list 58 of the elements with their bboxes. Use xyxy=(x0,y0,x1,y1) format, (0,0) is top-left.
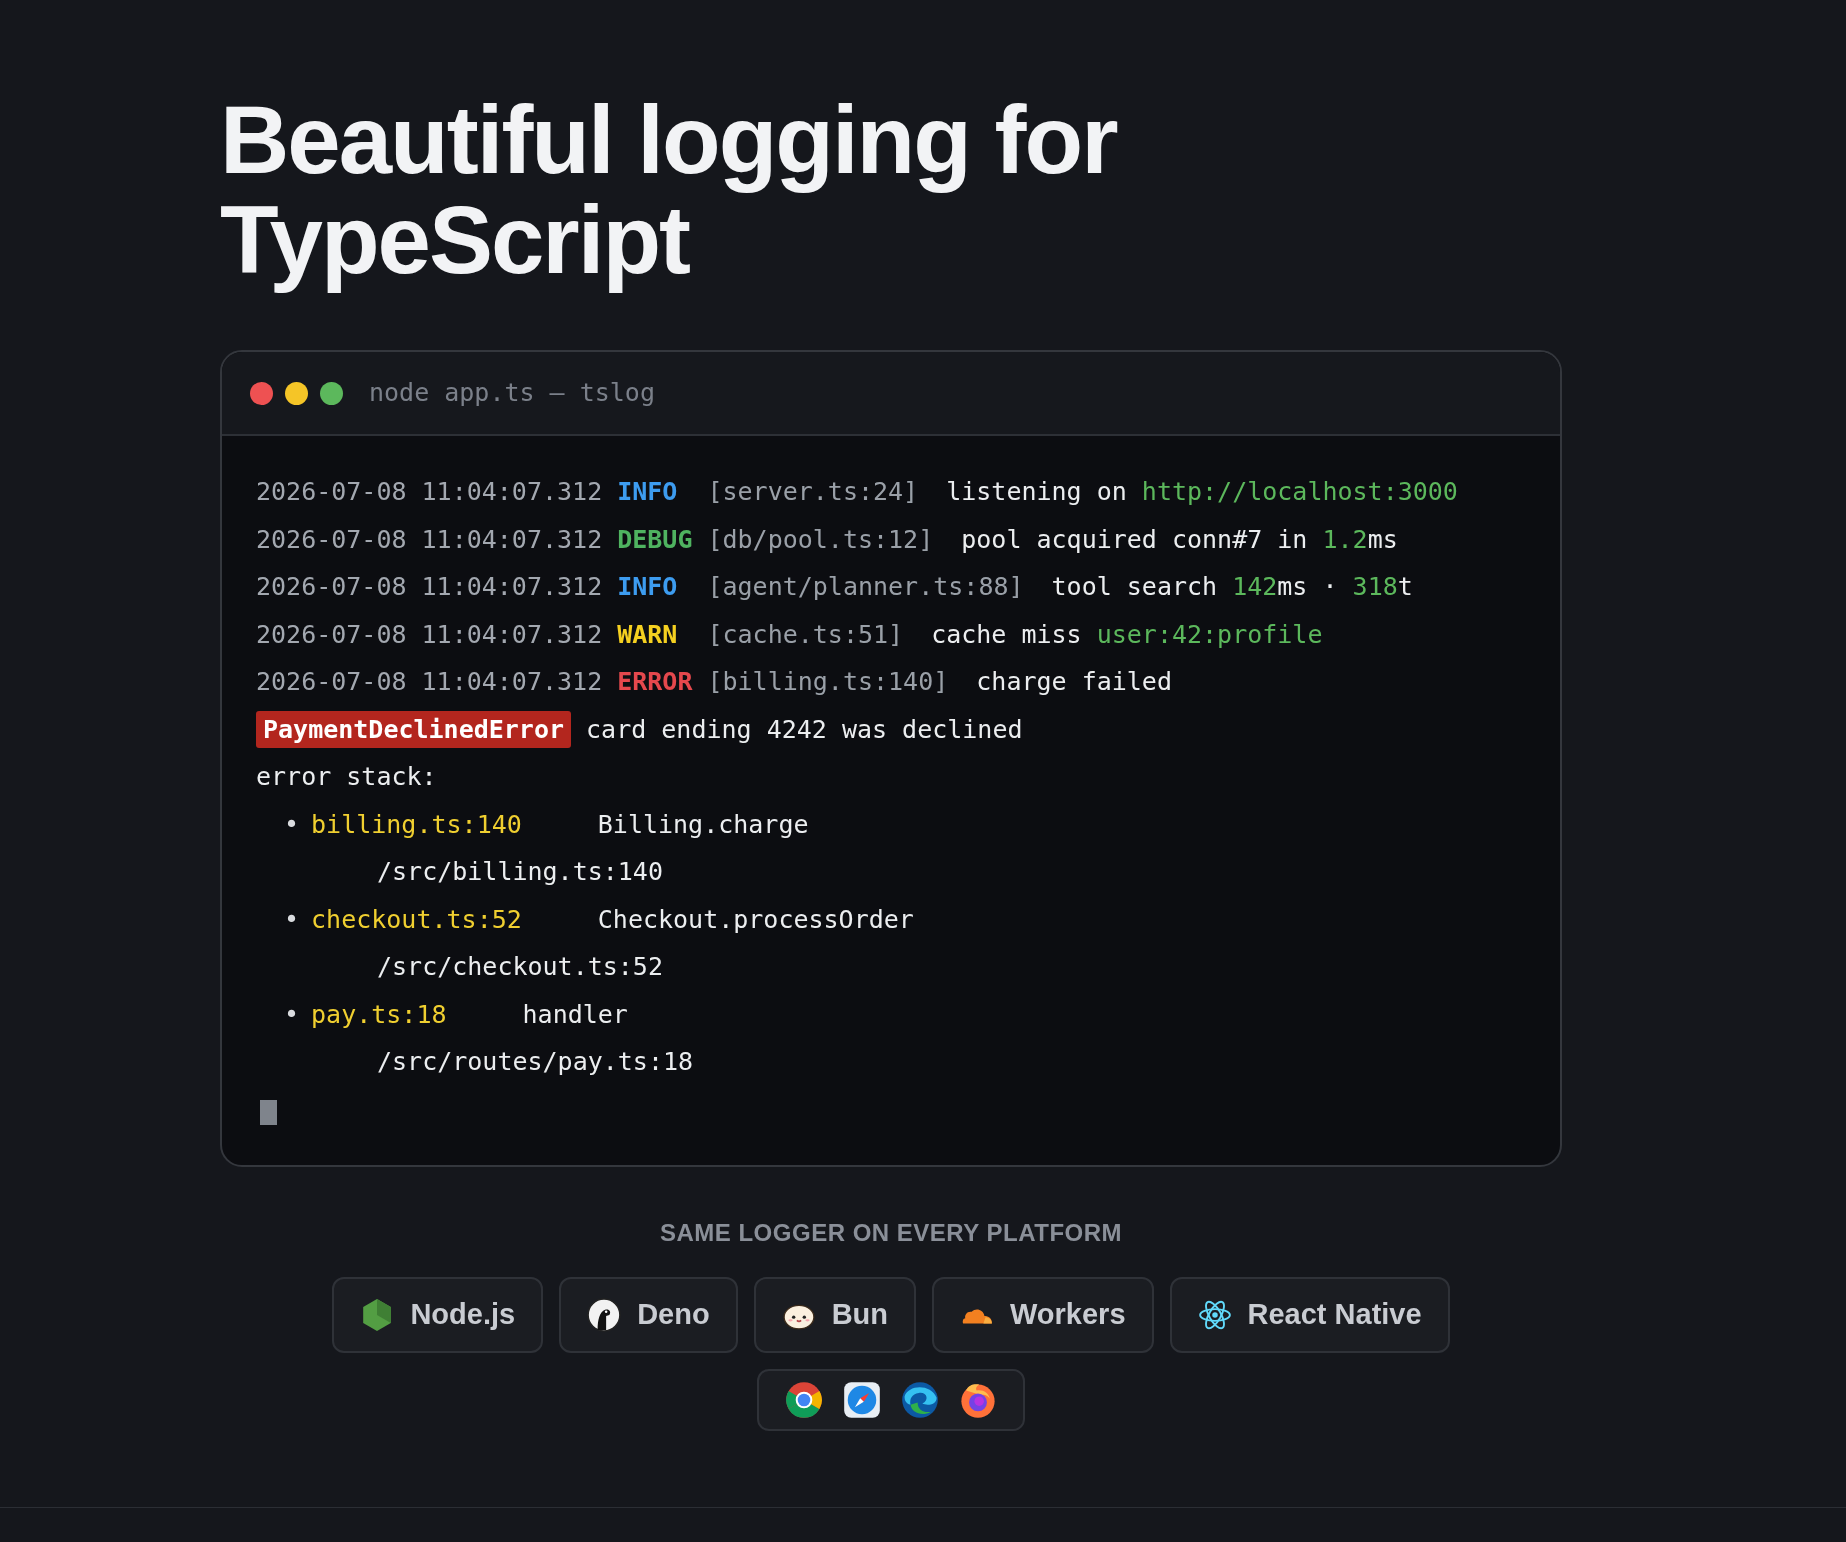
log-message: card ending 4242 was declined xyxy=(586,713,1023,746)
log-message: tool search xyxy=(1051,571,1219,603)
stack-location: billing.ts:140 xyxy=(311,808,522,841)
log-source: [cache.ts:51] xyxy=(707,618,904,651)
log-value: 318 xyxy=(1352,571,1398,603)
error-name-badge: PaymentDeclinedError xyxy=(256,710,572,748)
log-message: t xyxy=(1397,571,1413,603)
stack-path: /src/billing.ts:140 xyxy=(377,856,663,888)
browser-icon xyxy=(901,1380,939,1419)
log-message: ms xyxy=(1367,523,1398,556)
log-message: cache miss xyxy=(931,618,1083,651)
log-level: INFO xyxy=(617,571,679,603)
terminal-title: node app.ts — tslog xyxy=(369,377,655,410)
log-message: ms · xyxy=(1277,571,1339,603)
browser-icon xyxy=(785,1380,823,1419)
log-source: [db/pool.ts:12] xyxy=(707,523,934,556)
window-control-icon xyxy=(250,381,273,405)
stack-location: checkout.ts:52 xyxy=(311,903,522,936)
stack-function: Billing.charge xyxy=(597,808,809,841)
log-timestamp: 2026-07-08 11:04:07.312 xyxy=(256,476,603,508)
log-message: pool acquired conn#7 in xyxy=(961,523,1309,556)
platform-button[interactable]: Node.js xyxy=(332,1276,544,1353)
log-timestamp: 2026-07-08 11:04:07.312 xyxy=(256,523,603,556)
log-source: [billing.ts:140] xyxy=(707,666,949,698)
log-level: WARN xyxy=(617,618,679,651)
stack-path: /src/checkout.ts:52 xyxy=(377,951,663,983)
platform-button[interactable]: React Native xyxy=(1169,1276,1450,1353)
log-source: [server.ts:24] xyxy=(707,476,919,508)
stack-path: /src/routes/pay.ts:18 xyxy=(377,1046,694,1078)
compass-icon xyxy=(843,1380,881,1419)
terminal-cursor xyxy=(260,1099,277,1125)
log-value: user:42:profile xyxy=(1096,618,1323,651)
log-level: DEBUG xyxy=(617,523,693,556)
bullet-icon: • xyxy=(284,805,300,843)
stack-location: pay.ts:18 xyxy=(311,998,447,1031)
stack-function: Checkout.processOrder xyxy=(597,903,914,936)
log-timestamp: 2026-07-08 11:04:07.312 xyxy=(256,618,603,651)
log-message: listening on xyxy=(946,476,1128,508)
log-value: 1.2 xyxy=(1322,523,1368,556)
log-value: 142 xyxy=(1232,571,1278,603)
stack-function: handler xyxy=(522,998,628,1031)
log-message: charge failed xyxy=(976,666,1172,698)
bullet-icon: • xyxy=(284,900,300,938)
bullet-icon: • xyxy=(284,995,300,1033)
section-caption: SAME LOGGER ON EVERY PLATFORM xyxy=(659,1217,1123,1248)
log-timestamp: 2026-07-08 11:04:07.312 xyxy=(256,571,603,603)
platform-button[interactable]: Deno xyxy=(559,1276,738,1353)
log-level: ERROR xyxy=(617,666,693,698)
platform-button[interactable]: Bun xyxy=(753,1276,916,1353)
platform-button[interactable]: Workers xyxy=(932,1276,1154,1353)
dinosaur-icon xyxy=(587,1297,622,1332)
window-control-icon xyxy=(285,381,308,405)
log-value: http://localhost:3000 xyxy=(1141,476,1458,508)
stack-label: error stack: xyxy=(256,761,437,793)
log-timestamp: 2026-07-08 11:04:07.312 xyxy=(256,666,603,698)
log-level: INFO xyxy=(617,476,679,508)
log-source: [agent/planner.ts:88] xyxy=(707,571,1024,603)
window-control-icon xyxy=(320,381,343,405)
